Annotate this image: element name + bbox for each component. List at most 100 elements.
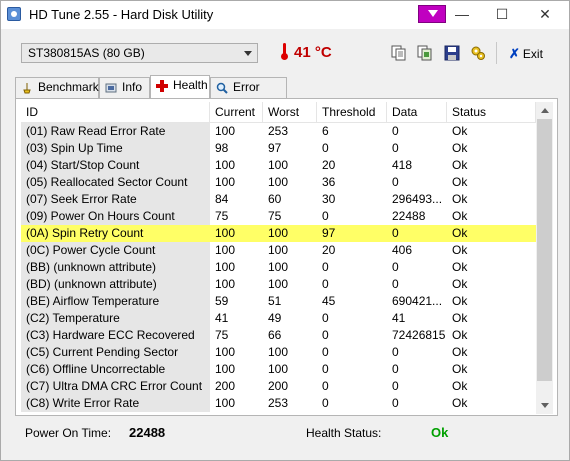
worst-value: 49 — [268, 311, 282, 325]
minimize-button[interactable]: — — [444, 1, 480, 27]
table-row[interactable]: (0A) Spin Retry Count 100 100 97 0 Ok — [21, 225, 536, 242]
attribute-name: (0A) Spin Retry Count — [21, 225, 210, 242]
threshold-value: 97 — [322, 226, 336, 240]
tab-error-scan[interactable]: Error Scan — [210, 77, 287, 113]
maximize-button[interactable]: ☐ — [484, 1, 520, 27]
current-value: 84 — [215, 192, 229, 206]
save-icon[interactable] — [444, 45, 460, 61]
column-header-threshold[interactable]: Threshold — [317, 102, 387, 122]
attribute-name: (C3) Hardware ECC Recovered — [21, 327, 210, 344]
column-header-id[interactable]: ID — [21, 102, 210, 122]
current-value: 100 — [215, 277, 236, 291]
table-row[interactable]: (09) Power On Hours Count 75 75 0 22488 Ok — [21, 208, 536, 225]
table-row[interactable]: (C8) Write Error Rate 100 253 0 0 Ok — [21, 395, 536, 412]
table-row[interactable]: (BB) (unknown attribute) 100 100 0 0 Ok — [21, 259, 536, 276]
raw-data-value: 296493... — [392, 192, 443, 206]
options-icon[interactable] — [470, 45, 486, 61]
worst-value: 100 — [268, 175, 289, 189]
table-row[interactable]: (C7) Ultra DMA CRC Error Count 200 200 0 0 Ok — [21, 378, 536, 395]
raw-data-value: 0 — [392, 396, 399, 410]
worst-value: 75 — [268, 209, 282, 223]
table-row[interactable]: (0C) Power Cycle Count 100 100 20 406 Ok — [21, 242, 536, 259]
temperature-readout: 41 °C — [294, 44, 332, 61]
current-value: 98 — [215, 141, 229, 155]
status-value: Ok — [452, 141, 468, 155]
exit-label: Exit — [522, 47, 543, 61]
table-row[interactable]: (04) Start/Stop Count 100 100 20 418 Ok — [21, 157, 536, 174]
threshold-value: 0 — [322, 379, 329, 393]
tab-benchmark[interactable]: Benchmark — [15, 77, 99, 98]
attribute-name: (C6) Offline Uncorrectable — [21, 361, 210, 378]
raw-data-value: 0 — [392, 175, 399, 189]
copy-text-icon[interactable] — [391, 45, 407, 61]
column-header-status[interactable]: Status — [447, 102, 536, 122]
benchmark-icon — [21, 81, 33, 94]
status-value: Ok — [452, 345, 468, 359]
main-window: HD Tune 2.55 - Hard Disk Utility — ☐ ✕ S… — [0, 0, 570, 461]
table-row[interactable]: (01) Raw Read Error Rate 100 253 6 0 Ok — [21, 123, 536, 140]
tab-health[interactable]: Health — [150, 75, 210, 98]
drive-select-value: ST380815AS (80 GB) — [28, 46, 145, 60]
status-value: Ok — [452, 396, 468, 410]
worst-value: 100 — [268, 158, 289, 172]
status-value: Ok — [452, 158, 468, 172]
table-row[interactable]: (BE) Airflow Temperature 59 51 45 690421... O… — [21, 293, 536, 310]
current-value: 100 — [215, 226, 236, 240]
toolbar-divider — [496, 42, 497, 64]
threshold-value: 0 — [322, 209, 329, 223]
tab-label: Benchmark — [38, 80, 99, 94]
raw-data-value: 418 — [392, 158, 413, 172]
table-row[interactable]: (C2) Temperature 41 49 0 41 Ok — [21, 310, 536, 327]
attribute-name: (BE) Airflow Temperature — [21, 293, 210, 310]
status-value: Ok — [452, 277, 468, 291]
table-row[interactable]: (05) Reallocated Sector Count 100 100 36 0 Ok — [21, 174, 536, 191]
threshold-value: 0 — [322, 277, 329, 291]
worst-value: 253 — [268, 124, 289, 138]
tab-info[interactable]: Info — [99, 77, 150, 98]
health-status-label: Health Status: — [306, 426, 382, 440]
tab-label: Health — [173, 78, 208, 92]
smart-attribute-table[interactable]: ID Current Worst Threshold Data Status (… — [21, 102, 536, 414]
raw-data-value: 0 — [392, 260, 399, 274]
column-header-worst[interactable]: Worst — [263, 102, 317, 122]
table-row[interactable]: (C3) Hardware ECC Recovered 75 66 0 72426815… — [21, 327, 536, 344]
table-row[interactable]: (C6) Offline Uncorrectable 100 100 0 0 Ok — [21, 361, 536, 378]
copy-screenshot-icon[interactable] — [417, 45, 433, 61]
scroll-thumb[interactable] — [537, 119, 552, 381]
column-header-current[interactable]: Current — [210, 102, 263, 122]
worst-value: 253 — [268, 396, 289, 410]
scroll-up-icon[interactable] — [536, 102, 553, 119]
status-value: Ok — [452, 294, 468, 308]
raw-data-value: 0 — [392, 277, 399, 291]
table-row[interactable]: (03) Spin Up Time 98 97 0 0 Ok — [21, 140, 536, 157]
worst-value: 100 — [268, 277, 289, 291]
status-value: Ok — [452, 362, 468, 376]
current-value: 100 — [215, 345, 236, 359]
status-value: Ok — [452, 124, 468, 138]
table-header: ID Current Worst Threshold Data Status — [21, 102, 536, 123]
table-row[interactable]: (BD) (unknown attribute) 100 100 0 0 Ok — [21, 276, 536, 293]
table-row[interactable]: (C5) Current Pending Sector 100 100 0 0 Ok — [21, 344, 536, 361]
close-button[interactable]: ✕ — [527, 1, 563, 27]
raw-data-value: 22488 — [392, 209, 426, 223]
current-value: 100 — [215, 396, 236, 410]
scroll-down-icon[interactable] — [536, 397, 553, 414]
status-value: Ok — [452, 328, 468, 342]
drive-select[interactable]: ST380815AS (80 GB) — [21, 43, 258, 63]
raw-data-value: 0 — [392, 141, 399, 155]
raw-data-value: 72426815 — [392, 328, 446, 342]
current-value: 100 — [215, 260, 236, 274]
vertical-scrollbar[interactable] — [536, 102, 553, 414]
threshold-value: 0 — [322, 345, 329, 359]
thermometer-icon — [281, 43, 288, 60]
worst-value: 51 — [268, 294, 282, 308]
column-header-data[interactable]: Data — [387, 102, 447, 122]
worst-value: 100 — [268, 362, 289, 376]
table-row[interactable]: (07) Seek Error Rate 84 60 30 296493... Ok — [21, 191, 536, 208]
threshold-value: 0 — [322, 362, 329, 376]
drop-down-icon[interactable] — [418, 5, 446, 23]
threshold-value: 0 — [322, 311, 329, 325]
worst-value: 97 — [268, 141, 282, 155]
status-value: Ok — [452, 175, 468, 189]
exit-button[interactable]: ✗ Exit — [509, 46, 543, 62]
